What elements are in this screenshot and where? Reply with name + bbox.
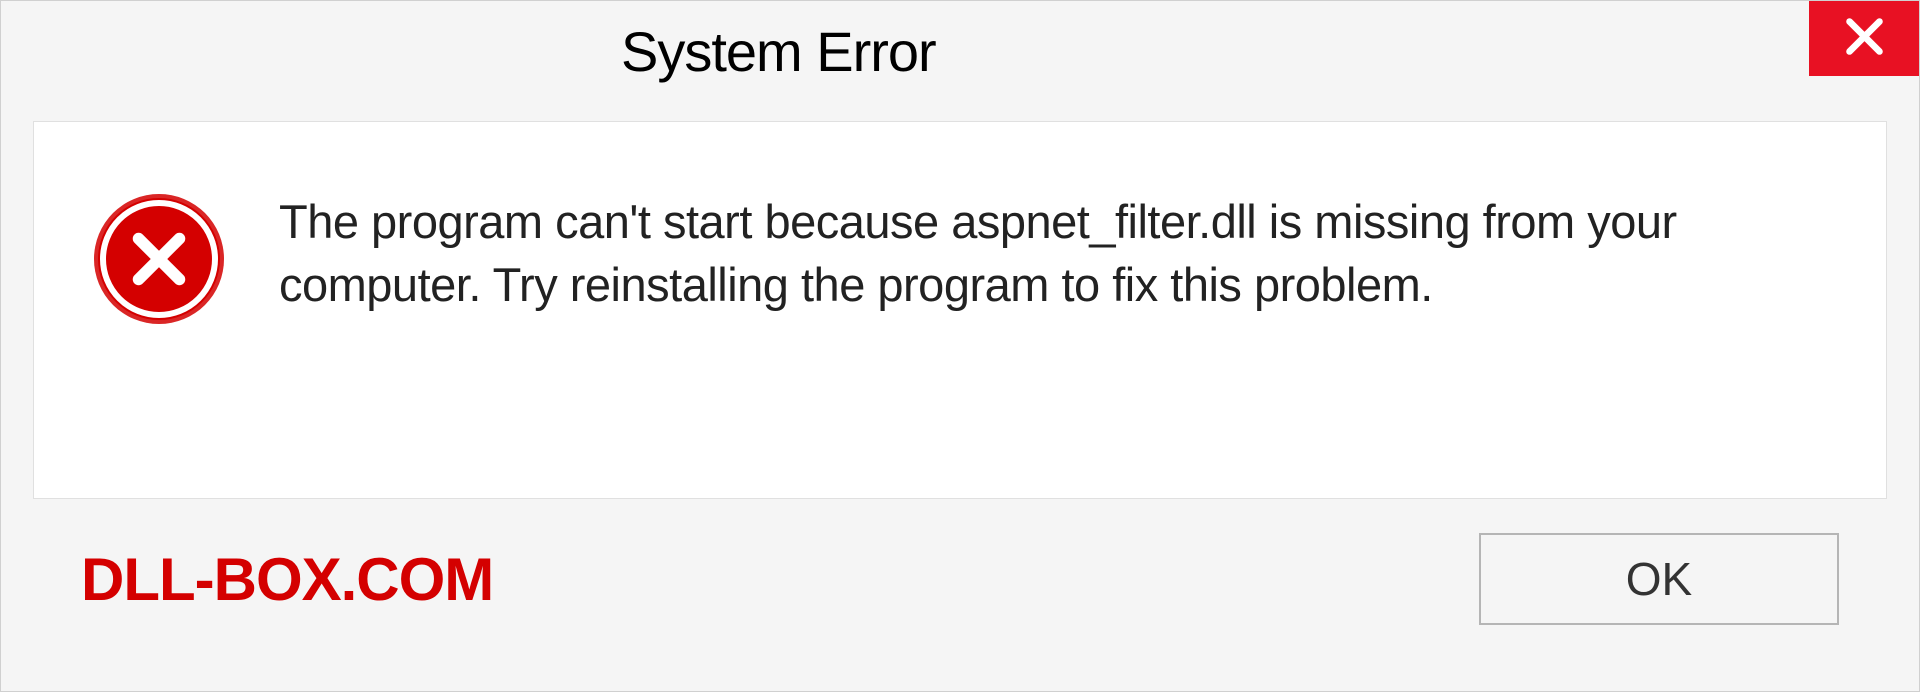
watermark-text: DLL-BOX.COM bbox=[81, 545, 493, 614]
close-icon bbox=[1842, 14, 1887, 64]
error-message: The program can't start because aspnet_f… bbox=[279, 190, 1779, 317]
error-icon bbox=[94, 194, 224, 324]
close-button[interactable] bbox=[1809, 1, 1919, 76]
content-panel: The program can't start because aspnet_f… bbox=[33, 121, 1887, 499]
ok-button[interactable]: OK bbox=[1479, 533, 1839, 625]
title-bar: System Error bbox=[1, 1, 1919, 101]
footer-bar: DLL-BOX.COM OK bbox=[33, 499, 1887, 659]
error-dialog: System Error The program can't start bec… bbox=[0, 0, 1920, 692]
error-icon-wrapper bbox=[94, 194, 224, 324]
dialog-title: System Error bbox=[621, 19, 936, 84]
